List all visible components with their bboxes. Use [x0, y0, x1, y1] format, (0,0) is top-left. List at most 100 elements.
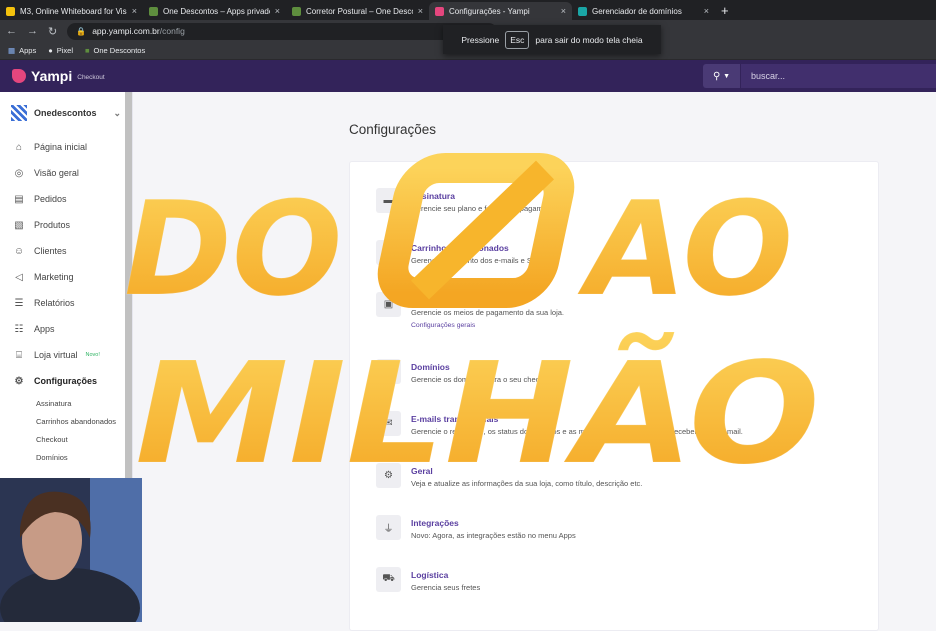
home-icon: ⌂	[15, 141, 23, 153]
settings-row-text: Domínios Gerencie os domínios para o seu …	[411, 359, 556, 386]
tab-whiteboard[interactable]: M3, Online Whiteboard for Visu ×	[0, 2, 143, 20]
tab-label: M3, Online Whiteboard for Visu	[20, 6, 127, 16]
settings-row-globe[interactable]: ◌ Domínios Gerencie os domínios para o seu…	[376, 359, 556, 386]
settings-row-title[interactable]: Assinatura	[411, 191, 559, 202]
gear-icon: ⚙	[14, 375, 24, 387]
main-content: Configurações ▬ Assinatura Gerencie seu pl…	[133, 92, 936, 631]
apps-icon: ☷	[14, 323, 24, 335]
settings-row-plug[interactable]: ⏚ Integrações Novo: Agora, as integrações …	[376, 515, 576, 542]
settings-row-description: Gerencie os domínios para o seu checkout…	[411, 375, 556, 384]
sidebar-item-label: Produtos	[34, 220, 71, 230]
sidebar-subitem[interactable]: Domínios	[0, 453, 132, 462]
brand-name: Yampi	[31, 68, 73, 84]
sidebar-item-user[interactable]: ☺ Clientes	[0, 238, 132, 264]
settings-row-text: Assinatura Gerencie seu plano e formas de…	[411, 188, 559, 215]
sidebar-item-apps[interactable]: ☷ Apps	[0, 316, 132, 342]
page-title: Configurações	[349, 122, 437, 137]
close-tab-icon[interactable]: ×	[561, 6, 566, 16]
globe-icon: ●	[48, 46, 53, 55]
person-silhouette-icon	[0, 478, 142, 622]
sidebar-subitem[interactable]: Carrinhos abandonados	[0, 417, 132, 426]
yampi-favicon-icon	[435, 6, 444, 16]
search-input[interactable]: buscar...	[741, 64, 936, 88]
sidebar-item-gear[interactable]: ⚙ Configurações	[0, 368, 132, 394]
settings-card: ▬ Assinatura Gerencie seu plano e formas d…	[349, 161, 879, 631]
sidebar-item-report[interactable]: ☰ Relatórios	[0, 290, 132, 316]
settings-row-title[interactable]: Geral	[411, 466, 642, 477]
yampi-logo-icon	[12, 69, 26, 83]
settings-row-money[interactable]: ▣ Checkout Gerencie os meios de pagamento …	[376, 292, 564, 333]
settings-row-title[interactable]: Integrações	[411, 518, 576, 529]
plug-icon: ⏚	[376, 515, 401, 540]
search-icon: ⚲	[712, 70, 721, 82]
lock-icon: 🔒	[76, 26, 87, 36]
settings-row-title[interactable]: Checkout	[411, 295, 564, 306]
esc-key-badge: Esc	[505, 30, 530, 49]
sidebar-item-megaphone[interactable]: ◁ Marketing	[0, 264, 132, 290]
shopify-favicon-icon	[292, 6, 301, 16]
bookmark-pixel[interactable]: ● Pixel	[48, 46, 73, 55]
sidebar-scrollbar[interactable]	[125, 92, 132, 478]
reload-icon[interactable]: ↻	[48, 25, 57, 38]
domain-favicon-icon	[578, 6, 587, 16]
close-tab-icon[interactable]: ×	[132, 6, 137, 16]
sidebar-item-store[interactable]: ⌸ Loja virtual Novo!	[0, 342, 132, 368]
sidebar-item-home[interactable]: ⌂ Página inicial	[0, 134, 132, 160]
settings-row-title[interactable]: Carrinhos abandonados	[411, 243, 545, 254]
sidebar-item-eye[interactable]: ◎ Visão geral	[0, 160, 132, 186]
tab-label: Corretor Postural – One Descont	[306, 6, 413, 16]
sidebar-subitem[interactable]: Checkout	[0, 435, 132, 444]
settings-row-cart[interactable]: ☵ Carrinhos abandonados Gerencie o conjunt…	[376, 240, 545, 267]
money-icon: ▣	[376, 292, 401, 317]
chevron-down-icon: ▼	[723, 72, 731, 80]
settings-row-text: Checkout Gerencie os meios de pagamento d…	[411, 292, 564, 333]
back-arrow-icon[interactable]: ←	[6, 25, 17, 37]
store-selector[interactable]: Onedescontos ⌄	[0, 92, 132, 134]
store-icon: ⌸	[16, 349, 22, 361]
bookmark-label: Pixel	[56, 46, 73, 55]
store-name: Onedescontos	[34, 108, 97, 118]
chevron-down-icon: ⌄	[113, 107, 122, 118]
new-tab-button[interactable]: +	[715, 2, 735, 20]
sidebar: Onedescontos ⌄ ⌂ Página inicial ◎ Visão ger…	[0, 92, 133, 478]
settings-row-description: Novo: Agora, as integrações estão no men…	[411, 531, 576, 540]
settings-row-description: Gerencie seu plano e formas de pagamento…	[411, 204, 560, 213]
truck-icon: ⛟	[376, 567, 401, 592]
yampi-logo[interactable]: Yampi Checkout	[12, 68, 105, 84]
settings-row-description: Gerencia seus fretes	[411, 583, 481, 592]
tab-label: One Descontos – Apps privados	[163, 6, 270, 16]
close-tab-icon[interactable]: ×	[275, 6, 280, 16]
tab-gerenciador-dominios[interactable]: Gerenciador de domínios ×	[572, 2, 715, 20]
close-tab-icon[interactable]: ×	[418, 6, 423, 16]
megaphone-icon: ◁	[15, 271, 23, 283]
settings-row-settings[interactable]: ⚙ Geral Veja e atualize as informações da …	[376, 463, 642, 490]
settings-row-card[interactable]: ▬ Assinatura Gerencie seu plano e formas d…	[376, 188, 559, 215]
search-type-dropdown[interactable]: ⚲ ▼	[703, 64, 740, 88]
fullscreen-notice: Pressione Esc para sair do modo tela che…	[443, 25, 661, 54]
store-avatar	[11, 105, 27, 121]
sidebar-nav: ⌂ Página inicial ◎ Visão geral ▤ Pedidos ▧ Prod…	[0, 134, 132, 394]
sidebar-item-orders[interactable]: ▤ Pedidos	[0, 186, 132, 212]
bookmark-apps[interactable]: ▦ Apps	[8, 46, 36, 55]
notice-text: Pressione	[461, 34, 500, 45]
tab-apps-privados[interactable]: One Descontos – Apps privados ×	[143, 2, 286, 20]
settings-row-mail[interactable]: ✉ E-mails transacionais Gerencie o remeten…	[376, 411, 743, 438]
shopify-bag-icon: ■	[85, 46, 90, 55]
settings-row-truck[interactable]: ⛟ Logística Gerencia seus fretes	[376, 567, 480, 594]
settings-row-title[interactable]: Logística	[411, 570, 480, 581]
settings-row-title[interactable]: Domínios	[411, 362, 556, 373]
settings-row-title[interactable]: E-mails transacionais	[411, 414, 743, 425]
bookmark-one-descontos[interactable]: ■ One Descontos	[85, 46, 145, 55]
globe-icon: ◌	[376, 359, 401, 384]
tab-configuracoes-yampi[interactable]: Configurações - Yampi ×	[429, 2, 572, 20]
sidebar-item-products[interactable]: ▧ Produtos	[0, 212, 132, 238]
sidebar-subitem[interactable]: Assinatura	[0, 399, 132, 408]
settings-row-link[interactable]: Configurações gerais	[411, 319, 564, 333]
close-tab-icon[interactable]: ×	[704, 6, 709, 16]
settings-row-text: Logística Gerencia seus fretes	[411, 567, 480, 594]
tab-corretor-postural[interactable]: Corretor Postural – One Descont ×	[286, 2, 429, 20]
sidebar-item-label: Clientes	[34, 246, 67, 256]
url-bar[interactable]: 🔒 app.yampi.com.br/config	[67, 22, 498, 40]
apps-grid-icon: ▦	[8, 46, 16, 55]
forward-arrow-icon[interactable]: →	[27, 25, 38, 37]
